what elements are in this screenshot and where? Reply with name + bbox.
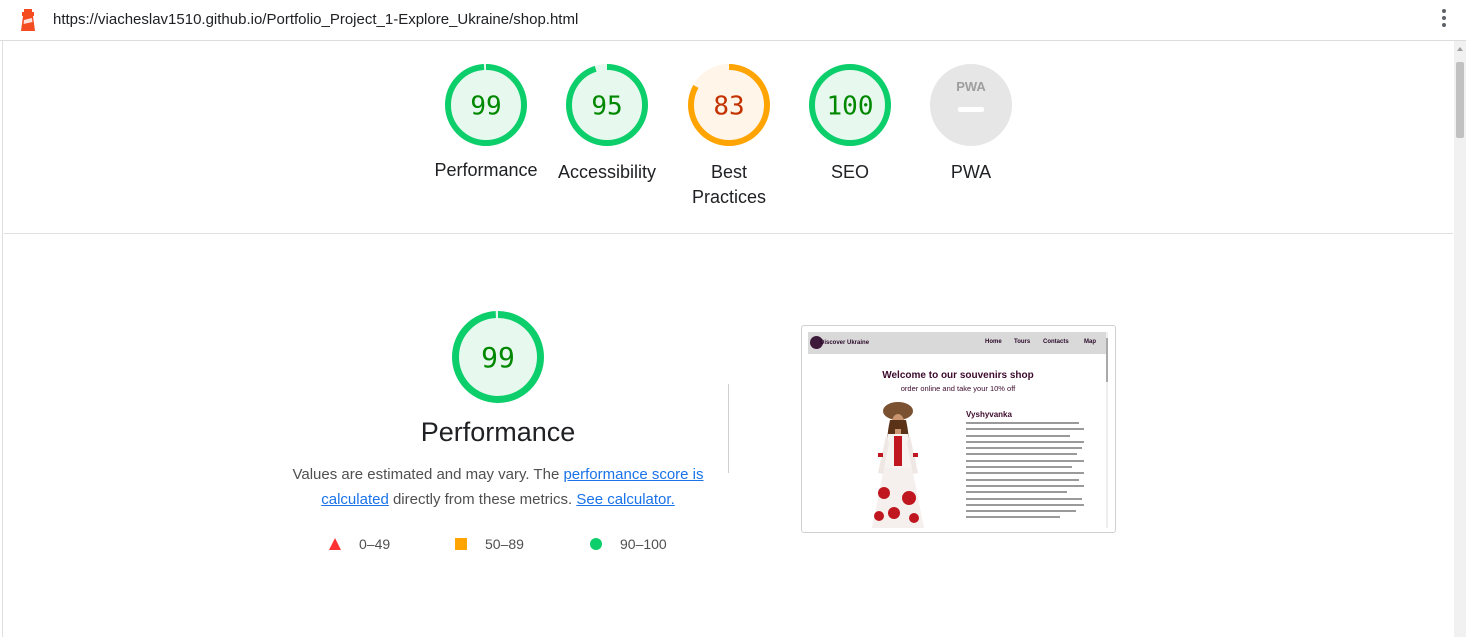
triangle-icon <box>329 537 341 550</box>
gauge-arc: 99 <box>445 64 527 146</box>
legend-range: 50–89 <box>485 536 524 552</box>
more-options-icon[interactable] <box>1436 9 1452 31</box>
legend-range: 0–49 <box>359 536 391 552</box>
screenshot-scrollbar <box>1106 332 1108 528</box>
screenshot-model-image <box>872 402 924 528</box>
vertical-divider <box>728 384 729 473</box>
gauge-score: 99 <box>481 341 515 374</box>
final-screenshot: Discover Ukraine Home Tours Contacts Map… <box>801 325 1116 533</box>
gauge-seo[interactable]: 100 <box>809 64 891 146</box>
gauge-pwa[interactable]: PWA <box>930 64 1012 146</box>
legend-item: 50–89 <box>454 536 524 552</box>
gauge-arc: 99 <box>452 311 544 403</box>
gauge-accessibility[interactable]: 95 <box>566 64 648 146</box>
screenshot-page: Discover Ukraine Home Tours Contacts Map… <box>808 332 1108 528</box>
gauge-best-practices[interactable]: 83 <box>688 64 770 146</box>
screenshot-heading: Welcome to our souvenirs shop <box>882 370 1034 381</box>
gauge-score: 99 <box>470 91 501 121</box>
category-title: Performance <box>420 417 576 447</box>
screenshot-nav-item: Home <box>985 339 1002 345</box>
page-scrollbar[interactable] <box>1454 41 1466 637</box>
screenshot-nav-item: Contacts <box>1043 339 1069 345</box>
pwa-badge-icon: PWA <box>956 79 986 94</box>
category-description: Values are estimated and may vary. The p… <box>292 466 704 508</box>
gauge-label[interactable]: Best Practices <box>684 160 774 210</box>
gauge-arc: 95 <box>566 64 648 146</box>
see-calculator-link[interactable]: See calculator. <box>576 491 674 508</box>
section-divider <box>4 233 1453 234</box>
gauge-label[interactable]: Accessibility <box>532 160 682 185</box>
circle-icon <box>590 537 602 550</box>
square-icon <box>455 537 467 550</box>
legend-item: 0–49 <box>328 536 390 552</box>
gauge-arc: 100 <box>809 64 891 146</box>
screenshot-brand: Discover Ukraine <box>820 340 870 346</box>
screenshot-subheading: order online and take your 10% off <box>900 384 1016 393</box>
gauge-score: 100 <box>827 91 874 121</box>
legend-item: 90–100 <box>589 536 667 552</box>
screenshot-nav-item: Map <box>1084 339 1096 345</box>
gauge-label[interactable]: PWA <box>896 160 1046 185</box>
legend-range: 90–100 <box>620 536 667 552</box>
gauge-score: 95 <box>591 91 622 121</box>
browser-address-bar: https://viacheslav1510.github.io/Portfol… <box>0 0 1466 41</box>
gauge-score: 83 <box>713 91 744 121</box>
screenshot-product-text <box>966 422 1084 523</box>
gauge-arc: 83 <box>688 64 770 146</box>
page-url[interactable]: https://viacheslav1510.github.io/Portfol… <box>53 11 578 28</box>
screenshot-nav: Discover Ukraine Home Tours Contacts Map <box>808 332 1108 354</box>
scrollbar-thumb[interactable] <box>1456 62 1464 138</box>
pwa-dash-icon <box>958 107 984 112</box>
screenshot-nav-item: Tours <box>1014 339 1031 345</box>
gauge-arc: PWA <box>930 64 1012 146</box>
gauge-performance[interactable]: 99 <box>445 64 527 146</box>
performance-score-gauge: 99 <box>451 311 545 403</box>
screenshot-product-title: Vyshyvanka <box>966 410 1012 419</box>
lighthouse-icon <box>21 9 35 31</box>
